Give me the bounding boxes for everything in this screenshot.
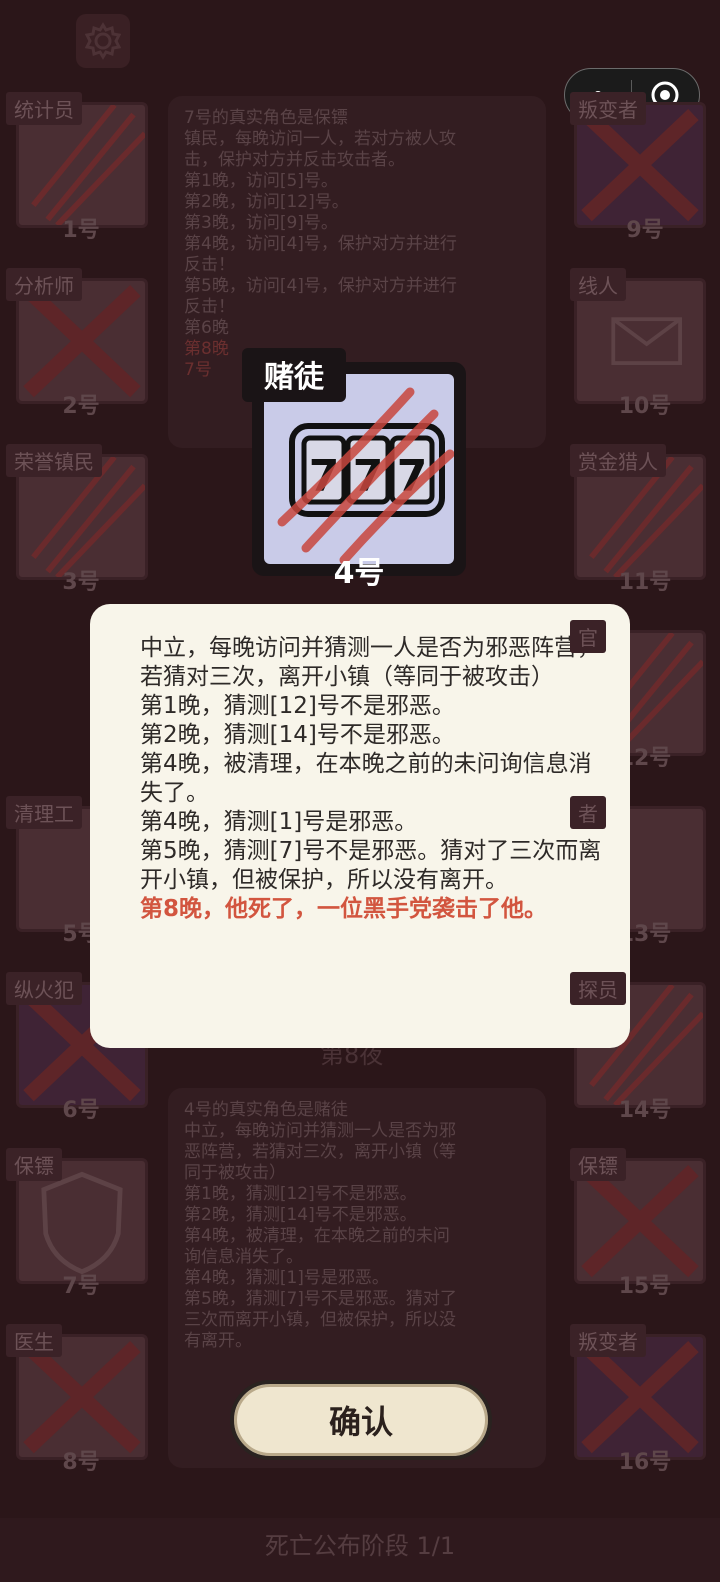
log-death-line: 第8晚 (184, 339, 229, 359)
player-number: 3号 (62, 570, 100, 595)
player-role-tag: 赏金猎人 (570, 444, 666, 477)
player-number: 2号 (62, 394, 100, 419)
log-line: 镇民，每晚访问一人，若对方被人攻 (184, 129, 456, 149)
log-line: 第4晚，猜测[1]号是邪恶。 (184, 1268, 389, 1288)
player-number: 9号 (626, 218, 664, 243)
player-number: 7号 (62, 1274, 100, 1299)
gear-icon (84, 22, 122, 60)
player-role-tag: 保镖 (570, 1148, 626, 1181)
player-role-tag: 者 (570, 796, 606, 829)
player-role-tag: 叛变者 (570, 1324, 646, 1357)
log-line: 第5晚，访问[4]号，保护对方并进行 (184, 276, 457, 296)
log-line: 三次而离开小镇，但被保护，所以没 (184, 1310, 456, 1330)
log-line: 第2晚，猜测[14]号不是邪恶。 (184, 1205, 417, 1225)
log-line: 第5晚，猜测[7]号不是邪恶。猜对了 (184, 1289, 457, 1309)
player-number: 16号 (618, 1450, 672, 1475)
log-line: 第4晚，访问[4]号，保护对方并进行 (184, 234, 457, 254)
confirm-button[interactable]: 确认 (230, 1380, 492, 1460)
player-role-tag: 探员 (570, 972, 626, 1005)
settings-button[interactable] (76, 14, 130, 68)
player-role-tag: 统计员 (6, 92, 82, 125)
player-role-tag: 保镖 (6, 1148, 62, 1181)
log-line: 第6晚 (184, 318, 229, 338)
popup-line: 中立，每晚访问并猜测一人是否为邪恶阵营，若猜对三次，离开小镇（等同于被攻击） (140, 635, 600, 690)
player-number: 6号 (62, 1098, 100, 1123)
log-line: 第2晚，访问[12]号。 (184, 192, 349, 212)
log-line: 击，保护对方并反击攻击者。 (184, 150, 405, 170)
log-line: 反击！ (184, 297, 235, 317)
log-line: 第1晚，猜测[12]号不是邪恶。 (184, 1184, 417, 1204)
player-number: 14号 (618, 1098, 672, 1123)
popup-line: 第2晚，猜测[14]号不是邪恶。 (140, 722, 455, 748)
player-number: 11号 (618, 570, 672, 595)
log-line: 4号的真实角色是赌徒 (184, 1100, 348, 1120)
slot-machine-777-icon: 7 7 7 (277, 387, 454, 564)
log-line: 7号的真实角色是保镖 (184, 108, 348, 128)
player-role-tag: 官 (570, 620, 606, 653)
log-line: 中立，每晚访问并猜测一人是否为邪 (184, 1121, 456, 1141)
role-info-popup: 中立，每晚访问并猜测一人是否为邪恶阵营，若猜对三次，离开小镇（等同于被攻击） 第… (90, 604, 630, 1048)
popup-line: 第5晚，猜测[7]号不是邪恶。猜对了三次而离开小镇，但被保护，所以没有离开。 (140, 838, 602, 893)
game-stage: 统计员 1号 分析师 2号 荣誉镇民 3号 清理工 5号 纵火犯 6号 保镖 7… (0, 0, 720, 1582)
player-number: 15号 (618, 1274, 672, 1299)
player-number: 1号 (62, 218, 100, 243)
player-role-tag: 分析师 (6, 268, 82, 301)
player-role-tag: 荣誉镇民 (6, 444, 102, 477)
role-portrait: 7 7 7 (264, 374, 454, 564)
popup-death-line: 第8晚，他死了，一位黑手党袭击了他。 (140, 896, 548, 922)
popup-line: 第4晚，被清理，在本晚之前的未问询信息消失了。 (140, 751, 592, 806)
player-number: 10号 (618, 394, 672, 419)
log-line: 第3晚，访问[9]号。 (184, 213, 338, 233)
player-role-tag: 清理工 (6, 796, 82, 829)
log-line: 恶阵营，若猜对三次，离开小镇（等 (184, 1142, 456, 1162)
player-role-tag: 医生 (6, 1324, 62, 1357)
popup-line: 第4晚，猜测[1]号是邪恶。 (140, 809, 418, 835)
phase-footer: 死亡公布阶段 1/1 (0, 1518, 720, 1582)
focused-player-number: 4号 (333, 556, 385, 591)
popup-line: 第1晚，猜测[12]号不是邪恶。 (140, 693, 455, 719)
log-line: 第1晚，访问[5]号。 (184, 171, 338, 191)
log-line: 反击！ (184, 255, 235, 275)
player-role-tag: 纵火犯 (6, 972, 82, 1005)
log-line: 同于被攻击） (184, 1163, 286, 1183)
role-name-badge: 赌徒 (242, 348, 346, 402)
player-role-tag: 叛变者 (570, 92, 646, 125)
log-line: 询信息消失了。 (184, 1247, 303, 1267)
log-line: 有离开。 (184, 1331, 252, 1351)
player-number: 8号 (62, 1450, 100, 1475)
log-line: 第4晚，被清理，在本晚之前的未问 (184, 1226, 450, 1246)
player-role-tag: 线人 (570, 268, 626, 301)
